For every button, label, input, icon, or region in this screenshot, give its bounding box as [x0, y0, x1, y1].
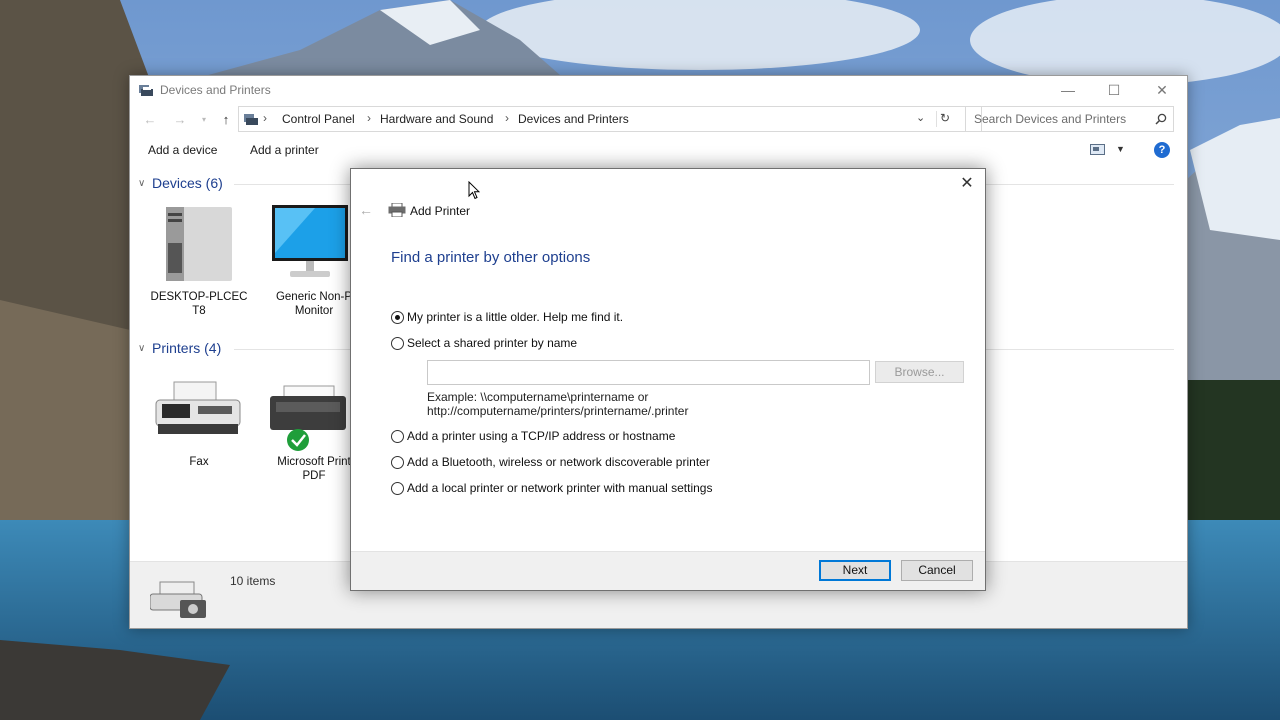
radio-button[interactable] [391, 456, 404, 469]
radio-button[interactable] [391, 430, 404, 443]
breadcrumb-separator: › [367, 111, 371, 125]
example-line-1: Example: \\computername\printername or [427, 390, 688, 404]
help-icon[interactable]: ? [1154, 142, 1170, 158]
dialog-close-button[interactable]: ✕ [957, 174, 977, 194]
view-options-icon[interactable] [1090, 144, 1106, 156]
close-button[interactable]: ✕ [1139, 76, 1185, 104]
next-button[interactable]: Next [819, 560, 891, 581]
breadcrumb-devices-and-printers[interactable]: Devices and Printers [518, 112, 629, 126]
option-label[interactable]: My printer is a little older. Help me fi… [407, 310, 623, 324]
dialog-back-arrow-icon[interactable]: ← [359, 202, 373, 218]
radio-button[interactable] [391, 337, 404, 350]
window-title: Devices and Printers [160, 83, 271, 97]
option-label[interactable]: Add a Bluetooth, wireless or network dis… [407, 455, 710, 469]
dialog-footer: Next Cancel [351, 551, 985, 590]
control-panel-icon [243, 112, 259, 126]
option-label[interactable]: Add a printer using a TCP/IP address or … [407, 429, 675, 443]
devices-status-icon [150, 580, 210, 620]
command-bar: Add a device Add a printer ▼ ? [130, 138, 1187, 162]
printer-label-fax: Fax [144, 455, 254, 469]
minimize-button[interactable]: — [1045, 76, 1091, 104]
example-line-2: http://computername/printers/printername… [427, 404, 688, 418]
dialog-title: Add Printer [410, 204, 470, 218]
printers-group-header[interactable]: Printers (4) [152, 340, 221, 356]
browse-button[interactable]: Browse... [875, 361, 964, 383]
printer-icon[interactable] [268, 384, 348, 454]
printer-icon [388, 203, 406, 217]
breadcrumb-separator: › [505, 111, 509, 125]
breadcrumb-separator: › [263, 111, 267, 125]
up-arrow-icon[interactable]: ↑ [218, 112, 234, 128]
collapse-chevron-icon[interactable]: ∨ [138, 343, 145, 354]
radio-button-checked[interactable] [391, 311, 404, 324]
mouse-cursor-icon [468, 181, 480, 200]
dialog-heading: Find a printer by other options [391, 249, 590, 266]
example-text: Example: \\computername\printername or h… [427, 390, 688, 418]
option-label[interactable]: Select a shared printer by name [407, 336, 577, 350]
computer-tower-icon[interactable] [164, 203, 234, 283]
device-label-desktop-line2: T8 [144, 304, 254, 318]
refresh-icon[interactable]: ↻ [936, 111, 953, 127]
item-count: 10 items [230, 574, 275, 588]
breadcrumb-control-panel[interactable]: Control Panel [282, 112, 355, 126]
add-printer-dialog: ✕ ← Add Printer Find a printer by other … [350, 168, 986, 591]
device-label-desktop: DESKTOP-PLCEC [144, 290, 254, 304]
monitor-icon[interactable] [270, 203, 350, 283]
add-printer-button[interactable]: Add a printer [250, 143, 319, 157]
view-dropdown-icon[interactable]: ▼ [1116, 144, 1125, 154]
address-bar[interactable]: › Control Panel › Hardware and Sound › D… [238, 106, 982, 132]
shared-printer-name-input[interactable] [427, 360, 870, 385]
cancel-button[interactable]: Cancel [901, 560, 973, 581]
option-label[interactable]: Add a local printer or network printer w… [407, 481, 712, 495]
title-bar: Devices and Printers — ☐ ✕ [130, 76, 1187, 104]
search-placeholder: Search Devices and Printers [974, 112, 1126, 126]
devices-group-header[interactable]: Devices (6) [152, 175, 223, 191]
add-device-button[interactable]: Add a device [148, 143, 217, 157]
navigation-bar: ← → ▾ ↑ › Control Panel › Hardware and S… [130, 106, 1187, 134]
recent-locations-icon[interactable]: ▾ [196, 112, 212, 128]
back-arrow-icon[interactable]: ← [142, 112, 158, 128]
search-box[interactable]: Search Devices and Printers [965, 106, 1174, 132]
collapse-chevron-icon[interactable]: ∨ [138, 178, 145, 189]
fax-icon[interactable] [154, 380, 244, 440]
forward-arrow-icon[interactable]: → [172, 112, 188, 128]
address-dropdown-icon[interactable]: ⌄ [916, 111, 925, 124]
devices-printers-icon [138, 83, 154, 97]
maximize-button[interactable]: ☐ [1091, 76, 1137, 104]
breadcrumb-hardware-and-sound[interactable]: Hardware and Sound [380, 112, 493, 126]
radio-button[interactable] [391, 482, 404, 495]
search-icon[interactable] [1155, 113, 1167, 125]
